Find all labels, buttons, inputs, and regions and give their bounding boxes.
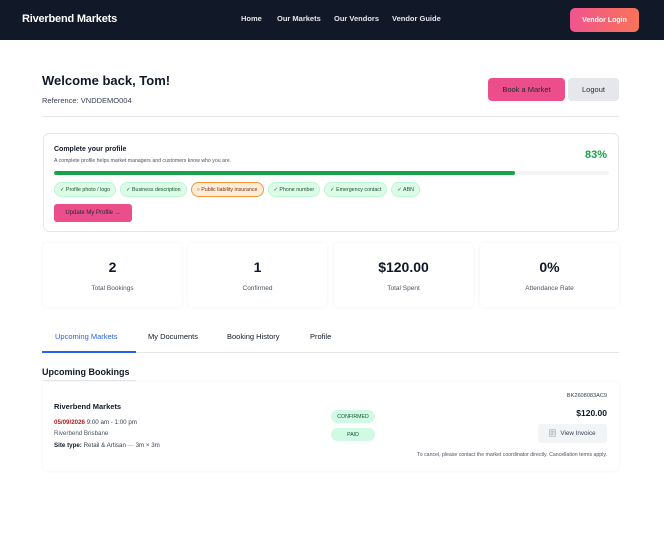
reference-line: Reference: VNDDEMO004 [42, 96, 132, 105]
nav-link-vendor-guide[interactable]: Vendor Guide [392, 14, 441, 23]
profile-card-title: Complete your profile [54, 146, 127, 153]
update-profile-button[interactable]: Update My Profile → [54, 204, 132, 222]
active-tab-indicator [42, 351, 136, 353]
booking-time: 9:00 am - 1:00 pm [86, 419, 137, 426]
nav-link-our-markets[interactable]: Our Markets [277, 14, 321, 23]
booking-site-line: Site type: Retail & Artisan — 3m × 3m [54, 442, 160, 449]
stat-card-total-spent: $120.00 Total Spent [334, 243, 473, 307]
profile-checklist: ✓ Profile photo / logo ✓ Business descri… [54, 182, 420, 197]
site-type-value: Retail & Artisan [83, 442, 126, 449]
payment-badge: PAID [331, 428, 375, 441]
site-size: 3m × 3m [135, 442, 160, 449]
cancellation-note: To cancel, please contact the market coo… [417, 452, 607, 458]
profile-completion-card: Complete your profile A complete profile… [43, 133, 619, 232]
stat-label: Total Spent [387, 285, 420, 292]
stat-label: Total Bookings [91, 285, 134, 292]
view-invoice-label: View Invoice [560, 430, 596, 437]
page-title: Welcome back, Tom! [42, 73, 171, 88]
logout-button[interactable]: Logout [568, 78, 619, 101]
stat-card-total-bookings: 2 Total Bookings [43, 243, 182, 307]
booking-location: Riverbend Brisbane [54, 430, 109, 437]
stat-value: 0% [539, 259, 560, 275]
profile-card-subtitle: A complete profile helps market managers… [54, 158, 232, 164]
chip-emergency-contact: ✓ Emergency contact [324, 182, 388, 197]
stat-card-attendance-rate: 0% Attendance Rate [480, 243, 619, 307]
booking-date-line: 05/09/2026 9:00 am - 1:00 pm [54, 419, 137, 426]
profile-progress-bar [54, 171, 609, 175]
chip-phone-number: ✓ Phone number [267, 182, 321, 197]
stat-value: $120.00 [378, 259, 429, 275]
chip-public-liability-insurance: ○ Public liability insurance [190, 182, 264, 197]
top-nav: Riverbend Markets Home Our Markets Our V… [0, 0, 664, 40]
book-market-button[interactable]: Book a Market [488, 78, 565, 101]
header-divider [42, 116, 619, 117]
section-title: Upcoming Bookings [42, 367, 130, 377]
tab-upcoming-markets[interactable]: Upcoming Markets [55, 332, 118, 341]
tab-profile[interactable]: Profile [310, 332, 331, 341]
booking-card: Riverbend Markets 05/09/2026 9:00 am - 1… [43, 382, 619, 471]
profile-progress-fill [54, 171, 515, 175]
profile-percent: 83% [584, 149, 607, 161]
vendor-login-button[interactable]: Vendor Login [570, 8, 639, 32]
site-type-label: Site type: [54, 442, 82, 449]
chip-abn: ✓ ABN [391, 182, 420, 197]
booking-price: $120.00 [576, 408, 607, 418]
nav-link-home[interactable]: Home [241, 14, 262, 23]
invoice-icon [549, 428, 557, 439]
brand-logo[interactable]: Riverbend Markets [22, 13, 117, 25]
view-invoice-button[interactable]: View Invoice [538, 424, 607, 443]
nav-link-our-vendors[interactable]: Our Vendors [334, 14, 379, 23]
tab-my-documents[interactable]: My Documents [148, 332, 198, 341]
stat-value: 2 [108, 259, 117, 275]
booking-date: 05/09/2026 [54, 419, 85, 426]
stat-label: Confirmed [242, 285, 273, 292]
stat-label: Attendance Rate [525, 285, 574, 292]
stat-value: 1 [253, 259, 262, 275]
status-badge: CONFIRMED [331, 410, 375, 423]
reference-value: VNDDEMO004 [80, 96, 132, 105]
chip-business-description: ✓ Business description [120, 182, 187, 197]
reference-label: Reference: [42, 96, 79, 105]
chip-profile-photo: ✓ Profile photo / logo [54, 182, 117, 197]
tab-booking-history[interactable]: Booking History [227, 332, 280, 341]
stat-card-confirmed: 1 Confirmed [188, 243, 327, 307]
booking-reference: BK2608083AC9 [566, 393, 607, 399]
booking-market-name: Riverbend Markets [54, 402, 122, 411]
section-rule [42, 380, 136, 381]
